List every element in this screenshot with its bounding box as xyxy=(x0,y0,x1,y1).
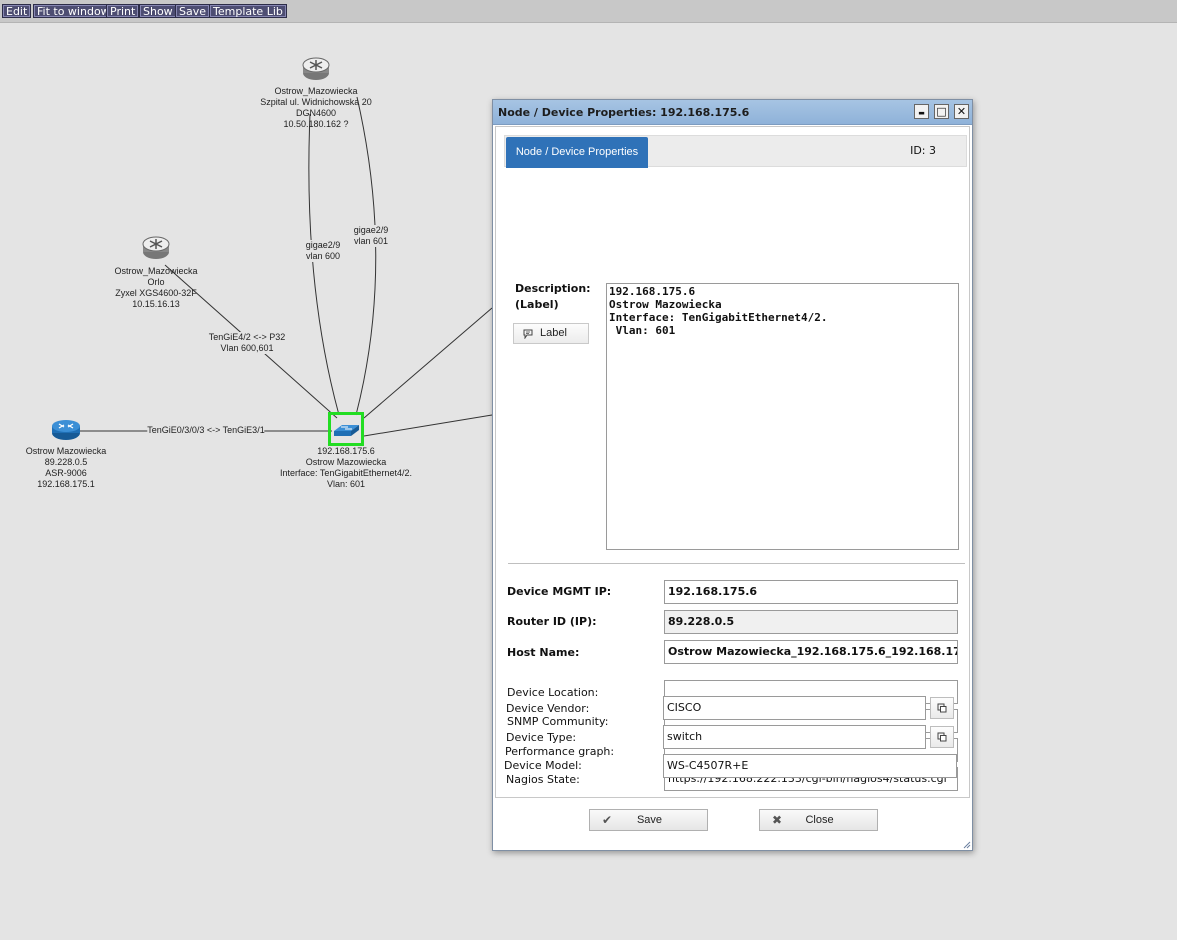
toolbar: Edit Fit to window Print Show Save Templ… xyxy=(0,0,1177,23)
copy-icon xyxy=(937,732,947,742)
location-label: Device Location: xyxy=(507,686,599,699)
link-hidden-1[interactable] xyxy=(363,307,493,419)
close-window-button[interactable]: ✕ xyxy=(954,104,969,119)
device-vendor-label: Device Vendor: xyxy=(506,702,590,715)
switch-icon xyxy=(302,57,330,80)
snmp-community-label: SNMP Community: xyxy=(507,715,609,728)
link-label-line: vlan 601 xyxy=(353,236,389,246)
left-switch-label-line: 10.15.16.13 xyxy=(132,299,180,309)
router-label-line: 192.168.175.1 xyxy=(37,479,95,489)
selected-switch-label-line: Vlan: 601 xyxy=(326,479,366,489)
save-toolbar-button[interactable]: Save xyxy=(175,4,211,18)
left-switch-label: Ostrow_Mazowiecka Orlo Zyxel XGS4600-32F… xyxy=(114,266,197,310)
description-textarea[interactable]: 192.168.175.6 Ostrow Mazowiecka Interfac… xyxy=(606,283,959,550)
selected-switch-node[interactable] xyxy=(328,412,364,446)
link-vlan-600[interactable] xyxy=(308,113,340,416)
type-copy-button[interactable] xyxy=(930,726,954,748)
switch-icon xyxy=(334,425,359,436)
router-label-line: ASR-9006 xyxy=(45,468,87,478)
edit-button[interactable]: Edit xyxy=(2,4,32,18)
selected-switch-label: 192.168.175.6 Ostrow Mazowiecka Interfac… xyxy=(280,446,412,490)
left-switch-label-line: Ostrow_Mazowiecka xyxy=(114,266,198,276)
link-router-label: TenGiE0/3/0/3 <-> TenGiE3/1 xyxy=(147,425,265,436)
save-button[interactable]: ✔ Save xyxy=(589,809,708,831)
top-switch-label: Ostrow_Mazowiecka Szpital ul. Widnichows… xyxy=(260,86,372,130)
label-button[interactable]: Label xyxy=(513,323,589,344)
label-icon xyxy=(523,329,533,339)
link-label-line: gigae2/9 xyxy=(305,240,341,250)
left-switch-label-line: Zyxel XGS4600-32F xyxy=(115,288,197,298)
tab-node-device-properties[interactable]: Node / Device Properties xyxy=(506,137,648,168)
left-switch-label-line: Orlo xyxy=(147,277,165,287)
link-label-line: TenGiE4/2 <-> P32 xyxy=(208,332,286,342)
link-hidden-2[interactable] xyxy=(363,414,493,437)
device-model-input[interactable]: WS-C4507R+E xyxy=(663,754,957,778)
top-switch-label-line: Szpital ul. Widnichowska 20 xyxy=(260,97,372,107)
device-vendor-input[interactable]: CISCO xyxy=(663,696,926,720)
description-sub-label: (Label) xyxy=(515,298,559,311)
description-label: Description: xyxy=(515,282,591,295)
top-switch-label-line: 10.50.180.162 ? xyxy=(283,119,349,129)
link-vlan-600-label: gigae2/9 vlan 600 xyxy=(305,240,341,262)
router-label: Ostrow Mazowiecka 89.228.0.5 ASR-9006 19… xyxy=(26,446,107,490)
router-id-label: Router ID (IP): xyxy=(507,615,597,628)
mgmt-ip-label: Device MGMT IP: xyxy=(507,585,612,598)
print-button[interactable]: Print xyxy=(106,4,140,18)
link-vlan-601-label: gigae2/9 vlan 601 xyxy=(353,225,389,247)
performance-graph-label: Performance graph: xyxy=(505,745,615,758)
selected-switch-label-line: Ostrow Mazowiecka xyxy=(305,457,387,467)
link-vlan-601[interactable] xyxy=(355,96,377,416)
link-left-label: TenGiE4/2 <-> P32 Vlan 600,601 xyxy=(208,332,286,354)
device-type-label: Device Type: xyxy=(506,731,577,744)
top-switch-label-line: Ostrow_Mazowiecka xyxy=(274,86,358,96)
top-switch-label-line: DGN4600 xyxy=(295,108,337,118)
save-button-label: Save xyxy=(636,814,663,826)
link-label-line: vlan 600 xyxy=(305,251,341,261)
host-name-input[interactable]: Ostrow Mazowiecka_192.168.175.6_192.168.… xyxy=(664,640,958,664)
link-label-line: TenGiE0/3/0/3 <-> TenGiE3/1 xyxy=(147,425,265,435)
label-button-text: Label xyxy=(540,327,567,339)
device-model-label: Device Model: xyxy=(504,759,582,772)
switch-icon xyxy=(142,236,170,259)
router-icon xyxy=(52,420,80,440)
router-label-line: 89.228.0.5 xyxy=(44,457,88,467)
close-icon: ✕ xyxy=(956,105,967,118)
close-button[interactable]: ✖ Close xyxy=(759,809,878,831)
close-button-label: Close xyxy=(805,814,834,826)
show-button[interactable]: Show xyxy=(139,4,177,18)
tab-bar: Node / Device Properties ID: 3 xyxy=(504,135,967,168)
vendor-copy-button[interactable] xyxy=(930,697,954,719)
template-lib-button[interactable]: Template Lib xyxy=(209,4,287,18)
node-id: ID: 3 xyxy=(910,144,936,157)
node-properties-dialog: Node / Device Properties: 192.168.175.6 … xyxy=(492,99,973,851)
fit-to-window-button[interactable]: Fit to window xyxy=(33,4,114,18)
mgmt-ip-input[interactable]: 192.168.175.6 xyxy=(664,580,958,604)
maximize-button[interactable]: □ xyxy=(934,104,949,119)
separator xyxy=(508,563,965,564)
minimize-button[interactable]: ▬ xyxy=(914,104,929,119)
router-label-line: Ostrow Mazowiecka xyxy=(25,446,107,456)
selected-switch-label-line: 192.168.175.6 xyxy=(317,446,375,456)
dialog-title: Node / Device Properties: 192.168.175.6 xyxy=(498,106,750,119)
maximize-icon: □ xyxy=(936,105,947,118)
link-label-line: gigae2/9 xyxy=(353,225,389,235)
copy-icon xyxy=(937,703,947,713)
minimize-icon: ▬ xyxy=(918,109,925,117)
selected-switch-label-line: Interface: TenGigabitEthernet4/2. xyxy=(280,468,412,478)
dialog-titlebar[interactable]: Node / Device Properties: 192.168.175.6 … xyxy=(493,100,972,125)
resize-grip-icon[interactable] xyxy=(963,841,971,849)
link-label-line: Vlan 600,601 xyxy=(220,343,274,353)
router-id-input[interactable]: 89.228.0.5 xyxy=(664,610,958,634)
host-name-label: Host Name: xyxy=(507,646,580,659)
nagios-state-label: Nagios State: xyxy=(506,773,580,786)
device-type-input[interactable]: switch xyxy=(663,725,926,749)
